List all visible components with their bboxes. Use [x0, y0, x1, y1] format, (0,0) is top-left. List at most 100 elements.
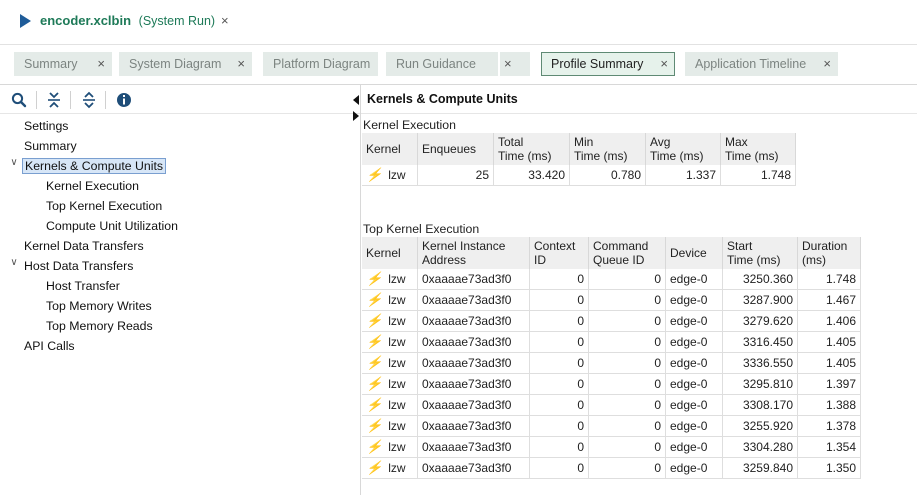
command-queue-cell: 0 — [588, 269, 666, 290]
kernel-bolt-icon: ⚡ — [366, 313, 383, 328]
table-row[interactable]: ⚡ lzw 0xaaaae73ad3f0 0 0 edge-0 3255.920 1.378 — [362, 415, 861, 437]
close-tab-icon[interactable]: × — [823, 53, 831, 75]
table-row[interactable]: ⚡ lzw 0xaaaae73ad3f0 0 0 edge-0 3250.360 1.748 — [362, 269, 861, 290]
chevron-down-icon[interactable]: ∨ — [8, 257, 20, 276]
kernel-bolt-icon: ⚡ — [366, 355, 383, 370]
context-id-cell: 0 — [529, 269, 589, 290]
collapse-all-icon[interactable] — [45, 91, 63, 109]
context-id-cell: 0 — [529, 289, 589, 311]
close-tab-icon[interactable]: × — [660, 53, 668, 75]
kernel-bolt-icon: ⚡ — [366, 167, 383, 182]
report-content-panel: Kernels & Compute Units Kernel Execution… — [353, 85, 917, 495]
context-id-cell: 0 — [529, 331, 589, 353]
start-time-cell: 3255.920 — [722, 415, 798, 437]
tab-label: Platform Diagram — [273, 57, 371, 71]
kernel-cell: ⚡ lzw — [362, 436, 418, 458]
max-time-cell: 1.748 — [720, 165, 796, 186]
editor-titlebar: encoder.xclbin (System Run) × — [0, 0, 917, 44]
context-id-cell: 0 — [529, 352, 589, 374]
kernel-cell: ⚡ lzw — [362, 165, 418, 186]
kernel-cell: ⚡ lzw — [362, 352, 418, 374]
column-header[interactable]: Kernel — [362, 237, 418, 269]
column-header[interactable]: Start Time (ms) — [722, 237, 798, 269]
tab-platform-diagram[interactable]: Platform Diagram — [263, 52, 378, 76]
tree-item-kernels-compute-units[interactable]: Kernels & Compute Units — [22, 157, 167, 176]
column-header[interactable]: Enqueues — [417, 133, 494, 165]
close-editor-icon[interactable]: × — [221, 13, 229, 28]
close-tab-icon[interactable]: × — [504, 56, 512, 71]
column-header[interactable]: Device — [665, 237, 723, 269]
tree-item-summary[interactable]: Summary — [24, 137, 77, 156]
play-icon[interactable] — [20, 14, 31, 28]
instance-address-cell: 0xaaaae73ad3f0 — [417, 352, 530, 374]
duration-cell: 1.350 — [797, 457, 861, 479]
enqueues-cell: 25 — [417, 165, 494, 186]
column-header[interactable]: Duration (ms) — [797, 237, 861, 269]
context-id-cell: 0 — [529, 310, 589, 332]
start-time-cell: 3250.360 — [722, 269, 798, 290]
tab-label: Summary — [24, 57, 78, 71]
instance-address-cell: 0xaaaae73ad3f0 — [417, 457, 530, 479]
command-queue-cell: 0 — [588, 352, 666, 374]
tree-item-api-calls[interactable]: API Calls — [24, 337, 75, 356]
kernel-execution-label: Kernel Execution — [363, 118, 456, 132]
table-row[interactable]: ⚡ lzw 0xaaaae73ad3f0 0 0 edge-0 3308.170 1.388 — [362, 394, 861, 416]
kernel-cell: ⚡ lzw — [362, 310, 418, 332]
collapse-left-icon[interactable] — [353, 95, 359, 105]
context-id-cell: 0 — [529, 373, 589, 395]
tree-item-host-transfer[interactable]: Host Transfer — [46, 277, 120, 296]
tab-system-diagram[interactable]: System Diagram × — [119, 52, 252, 76]
tree-item-host-data-transfers[interactable]: Host Data Transfers — [24, 257, 133, 276]
table-row[interactable]: ⚡ lzw 0xaaaae73ad3f0 0 0 edge-0 3336.550 1.405 — [362, 352, 861, 374]
context-id-cell: 0 — [529, 436, 589, 458]
tab-profile-summary[interactable]: Profile Summary × — [541, 52, 675, 76]
tree-item-kernel-data-transfers[interactable]: Kernel Data Transfers — [24, 237, 144, 256]
tree-item-compute-unit-utilization[interactable]: Compute Unit Utilization — [46, 217, 178, 236]
tree-item-settings[interactable]: Settings — [24, 117, 68, 136]
table-row[interactable]: ⚡ lzw 0xaaaae73ad3f0 0 0 edge-0 3279.620 1.406 — [362, 310, 861, 332]
tab-run-guidance[interactable]: Run Guidance — [386, 52, 498, 76]
start-time-cell: 3336.550 — [722, 352, 798, 374]
column-header[interactable]: Max Time (ms) — [720, 133, 796, 165]
kernel-bolt-icon: ⚡ — [366, 271, 383, 286]
column-header[interactable]: Min Time (ms) — [569, 133, 646, 165]
duration-cell: 1.388 — [797, 394, 861, 416]
table-row[interactable]: ⚡ lzw 0xaaaae73ad3f0 0 0 edge-0 3287.900 1.467 — [362, 289, 861, 311]
table-row[interactable]: ⚡ lzw 0xaaaae73ad3f0 0 0 edge-0 3304.280 1.354 — [362, 436, 861, 458]
column-header[interactable]: Total Time (ms) — [493, 133, 570, 165]
search-icon[interactable] — [10, 91, 28, 109]
table-row[interactable]: ⚡ lzw 0xaaaae73ad3f0 0 0 edge-0 3295.810 1.397 — [362, 373, 861, 395]
info-icon[interactable] — [115, 91, 133, 109]
command-queue-cell: 0 — [588, 331, 666, 353]
start-time-cell: 3279.620 — [722, 310, 798, 332]
device-cell: edge-0 — [665, 436, 723, 458]
table-row[interactable]: ⚡ lzw 0xaaaae73ad3f0 0 0 edge-0 3259.840 1.350 — [362, 457, 861, 479]
tree-item-top-kernel-execution[interactable]: Top Kernel Execution — [46, 197, 162, 216]
chevron-down-icon[interactable]: ∨ — [8, 157, 20, 176]
tree-item-kernel-execution[interactable]: Kernel Execution — [46, 177, 139, 196]
run-type: (System Run) — [138, 14, 216, 28]
tab-run-guidance-close[interactable]: × — [500, 52, 530, 76]
column-header[interactable]: Avg Time (ms) — [645, 133, 721, 165]
expand-all-icon[interactable] — [80, 91, 98, 109]
table-row[interactable]: ⚡ lzw 0xaaaae73ad3f0 0 0 edge-0 3316.450 1.405 — [362, 331, 861, 353]
expand-right-icon[interactable] — [353, 111, 359, 121]
tree-item-top-memory-reads[interactable]: Top Memory Reads — [46, 317, 153, 336]
column-header[interactable]: Context ID — [529, 237, 589, 269]
tab-summary[interactable]: Summary × — [14, 52, 112, 76]
instance-address-cell: 0xaaaae73ad3f0 — [417, 269, 530, 290]
close-tab-icon[interactable]: × — [97, 53, 105, 75]
top-kernel-execution-table: Kernel Kernel Instance Address Context I… — [362, 237, 861, 479]
kernel-bolt-icon: ⚡ — [366, 397, 383, 412]
command-queue-cell: 0 — [588, 310, 666, 332]
tab-application-timeline[interactable]: Application Timeline × — [685, 52, 838, 76]
column-header[interactable]: Command Queue ID — [588, 237, 666, 269]
kernel-cell: ⚡ lzw — [362, 373, 418, 395]
tree-item-top-memory-writes[interactable]: Top Memory Writes — [46, 297, 152, 316]
column-header[interactable]: Kernel Instance Address — [417, 237, 530, 269]
table-row[interactable]: ⚡ lzw 25 33.420 0.780 1.337 1.748 — [362, 165, 796, 186]
close-tab-icon[interactable]: × — [237, 53, 245, 75]
column-header[interactable]: Kernel — [362, 133, 418, 165]
device-cell: edge-0 — [665, 373, 723, 395]
kernel-bolt-icon: ⚡ — [366, 460, 383, 475]
